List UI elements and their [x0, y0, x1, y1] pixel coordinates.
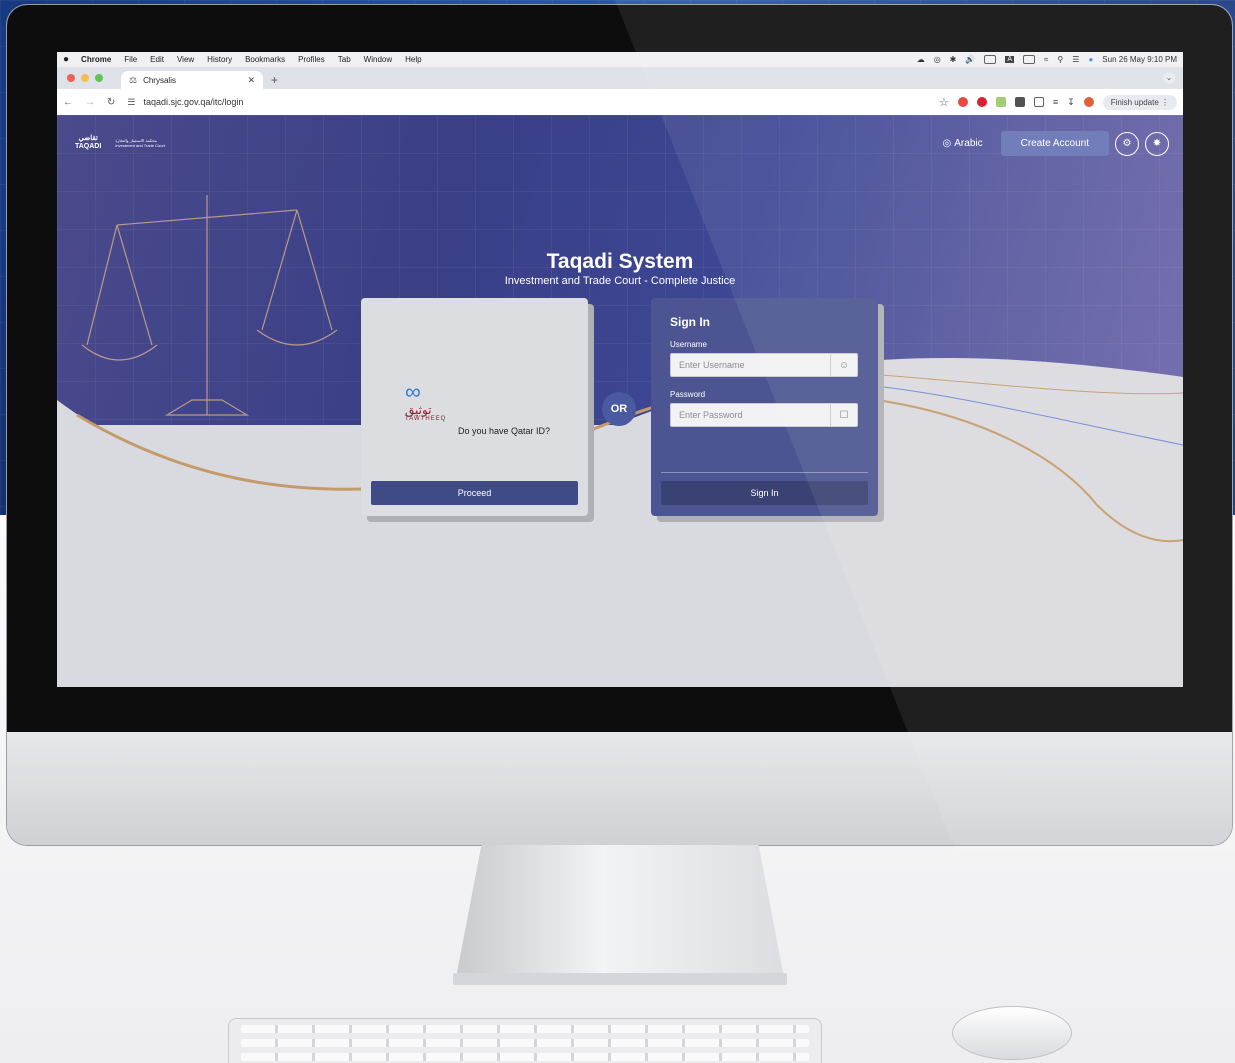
signin-divider — [661, 472, 868, 473]
bookmark-star-icon[interactable]: ☆ — [939, 96, 949, 109]
accessibility-icon[interactable]: ✸ — [1145, 131, 1169, 156]
finish-update-button[interactable]: Finish update ⋮ — [1102, 94, 1177, 110]
screen-mirroring-icon[interactable] — [984, 55, 997, 64]
settings-gear-icon[interactable]: ⚙ — [1115, 131, 1139, 156]
globe-icon: ◎ — [942, 138, 952, 149]
menu-bookmarks[interactable]: Bookmarks — [245, 55, 285, 64]
control-center-icon[interactable]: ☰ — [1072, 55, 1079, 64]
court-logo: محكمة الاستثمار والتجارة Investment and … — [115, 138, 165, 148]
taqadi-logo[interactable]: تقاضي TAQADI — [75, 135, 101, 151]
profile-avatar[interactable] — [1083, 97, 1094, 107]
close-tab-icon[interactable]: ✕ — [247, 75, 255, 86]
user-icon: ☺ — [830, 354, 857, 376]
address-bar[interactable]: ☰ taqadi.sjc.gov.qa/itc/login — [127, 97, 243, 108]
menu-tab[interactable]: Tab — [338, 55, 351, 64]
password-field[interactable]: ☐ — [670, 403, 858, 427]
username-field[interactable]: ☺ — [670, 353, 858, 377]
tab-search-chevron-icon[interactable]: ⌄ — [1163, 72, 1175, 84]
adblock-extension-icon[interactable] — [957, 97, 968, 107]
password-label: Password — [670, 390, 706, 399]
username-input[interactable] — [671, 354, 837, 376]
scales-of-justice-icon — [81, 195, 338, 416]
siri-icon[interactable]: ● — [1088, 55, 1093, 64]
spotlight-search-icon[interactable]: ⚲ — [1057, 55, 1063, 64]
menubar-status-area: ☁ ◎ ✱ 🔊 A ≈ ⚲ ☰ ● Sun 26 May 9:10 PM — [917, 55, 1177, 64]
menubar-datetime[interactable]: Sun 26 May 9:10 PM — [1102, 55, 1177, 64]
lock-icon: ☐ — [830, 404, 857, 426]
extensions-puzzle-icon[interactable] — [1033, 97, 1044, 107]
or-divider-badge: OR — [602, 392, 636, 426]
menu-chrome[interactable]: Chrome — [81, 55, 111, 64]
keyboard — [228, 1018, 822, 1063]
web-page: تقاضي TAQADI محكمة الاستثمار والتجارة In… — [57, 115, 1183, 687]
page-subtitle: Investment and Trade Court - Complete Ju… — [504, 275, 736, 287]
header-logos: تقاضي TAQADI محكمة الاستثمار والتجارة In… — [75, 135, 165, 151]
reload-icon[interactable]: ↻ — [107, 97, 115, 108]
monitor-stand — [455, 845, 785, 983]
page-title: Taqadi System — [546, 250, 694, 273]
browser-tabbar: ⚖ Chrysalis ✕ + ⌄ — [57, 67, 1183, 89]
toolbar-right: ☆ ≡ ↧ Finish update ⋮ — [939, 94, 1177, 110]
qatar-id-question: Do you have Qatar ID? — [458, 426, 551, 436]
url-text[interactable]: taqadi.sjc.gov.qa/itc/login — [143, 97, 243, 107]
proceed-button[interactable]: Proceed — [371, 481, 578, 505]
input-source-icon[interactable]: A — [1005, 56, 1015, 63]
screen: ● Chrome File Edit View History Bookmark… — [57, 52, 1183, 687]
volume-icon[interactable]: 🔊 — [965, 55, 975, 64]
create-account-button[interactable]: Create Account — [1000, 131, 1109, 156]
wifi-icon[interactable]: ≈ — [1044, 55, 1048, 64]
tawtheeq-logo: ∞ توثيق TAWTHEEQ — [405, 379, 447, 423]
zoom-window-icon[interactable] — [95, 74, 103, 82]
monitor-chin — [7, 732, 1232, 845]
menu-profiles[interactable]: Profiles — [298, 55, 325, 64]
magic-mouse — [952, 1006, 1072, 1060]
reading-list-icon[interactable]: ≡ — [1053, 97, 1058, 107]
airdrop-icon[interactable]: ◎ — [934, 55, 941, 64]
menu-history[interactable]: History — [207, 55, 232, 64]
menu-window[interactable]: Window — [364, 55, 392, 64]
macos-menubar: ● Chrome File Edit View History Bookmark… — [57, 52, 1183, 67]
menu-view[interactable]: View — [177, 55, 194, 64]
close-window-icon[interactable] — [67, 74, 75, 82]
forward-arrow-icon[interactable]: → — [85, 97, 95, 108]
menu-help[interactable]: Help — [405, 55, 421, 64]
header-actions: ◎ Arabic Create Account ⚙ ✸ — [943, 131, 1169, 156]
new-tab-icon[interactable]: + — [271, 73, 278, 87]
apple-icon[interactable]: ● — [63, 54, 69, 65]
browser-toolbar: ← → ↻ ☰ taqadi.sjc.gov.qa/itc/login ☆ ≡ … — [57, 89, 1183, 116]
menu-edit[interactable]: Edit — [150, 55, 164, 64]
bluetooth-icon[interactable]: ✱ — [950, 55, 957, 64]
password-input[interactable] — [671, 404, 837, 426]
back-arrow-icon[interactable]: ← — [63, 97, 73, 108]
username-label: Username — [670, 340, 707, 349]
cloud-icon[interactable]: ☁ — [917, 55, 925, 64]
monitor-stand-base — [453, 973, 787, 985]
battery-icon[interactable] — [1023, 55, 1036, 64]
extension-icon-dark[interactable] — [1014, 97, 1025, 107]
tab-title: Chrysalis — [143, 75, 176, 85]
language-switch[interactable]: ◎ Arabic — [943, 138, 983, 149]
pinterest-extension-icon[interactable] — [976, 97, 987, 107]
scales-favicon-icon: ⚖ — [129, 74, 138, 85]
tawtheeq-people-icon: ∞ — [405, 379, 421, 404]
extension-icon-green[interactable] — [995, 97, 1006, 107]
scene: ● Chrome File Edit View History Bookmark… — [0, 0, 1235, 1063]
download-icon[interactable]: ↧ — [1067, 97, 1075, 108]
menu-file[interactable]: File — [124, 55, 137, 64]
signin-title: Sign In — [670, 315, 710, 329]
signin-card: Sign In Username ☺ Password ☐ Sign In — [651, 298, 878, 516]
minimize-window-icon[interactable] — [81, 74, 89, 82]
signin-button[interactable]: Sign In — [661, 481, 868, 505]
browser-tab-active[interactable]: ⚖ Chrysalis ✕ — [121, 71, 263, 89]
qatar-id-card: ∞ توثيق TAWTHEEQ Do you have Qatar ID? P… — [361, 298, 588, 516]
site-info-icon[interactable]: ☰ — [127, 97, 135, 108]
window-controls — [67, 67, 103, 89]
